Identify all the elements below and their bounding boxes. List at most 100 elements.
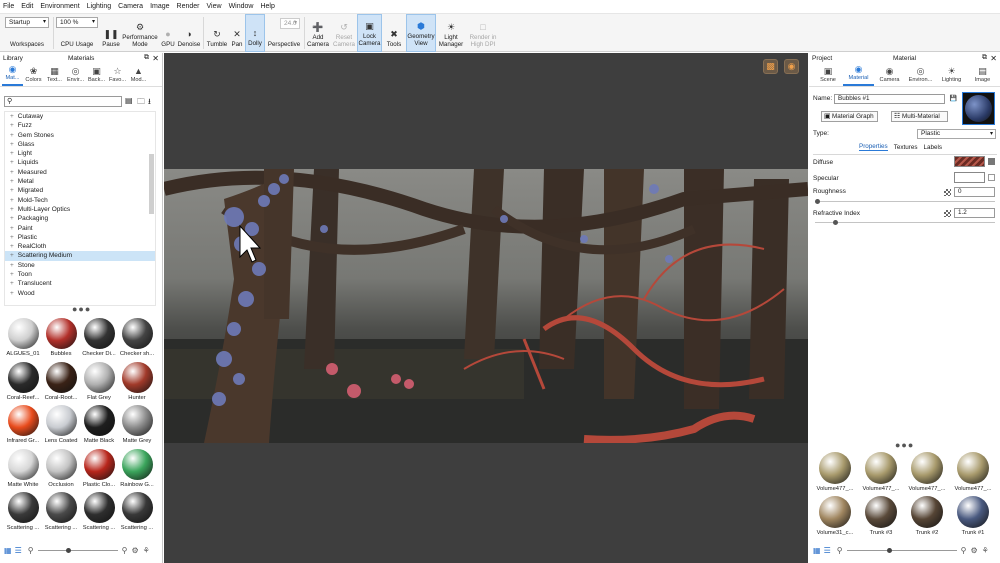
refractive-index-input[interactable]: 1.2 (954, 208, 995, 218)
material-thumbnail[interactable]: Scattering ... (80, 489, 118, 533)
slider-knob[interactable] (833, 220, 838, 225)
material-thumbnail[interactable]: Scattering ... (118, 489, 156, 533)
image-view-icon[interactable]: ▤ (125, 96, 133, 105)
slider-knob[interactable] (815, 199, 820, 204)
tab-backplates[interactable]: ▣ Back... (86, 63, 107, 86)
tab-scene[interactable]: ▣ Scene (813, 63, 843, 86)
filter-icon[interactable]: ⚘ (143, 546, 150, 555)
multi-material-button[interactable]: ☷ Multi-Material (891, 111, 948, 122)
list-view-icon[interactable]: ☰ (15, 546, 22, 555)
tumble-button[interactable]: ↻ Tumble (205, 14, 229, 52)
material-thumbnail[interactable]: Coral-Root... (42, 359, 80, 403)
pause-button[interactable]: ❚❚ Pause (100, 14, 122, 52)
slider-knob[interactable] (886, 547, 892, 553)
performance-mode-button[interactable]: ⚙ Performance Mode (122, 14, 158, 52)
zoom-in-icon[interactable]: ⚲ (122, 546, 128, 555)
tree-item[interactable]: + Metal (5, 177, 155, 186)
tree-item[interactable]: + Packaging (5, 214, 155, 223)
float-icon[interactable]: ⧉ (982, 54, 987, 62)
thumbnail-size-slider[interactable] (37, 547, 118, 553)
material-thumbnail[interactable]: Volume477_... (812, 449, 858, 493)
menu-lighting[interactable]: Lighting (87, 3, 112, 10)
specular-color-swatch[interactable] (954, 172, 985, 183)
material-thumbnail[interactable]: Matte Black (80, 402, 118, 446)
lock-camera-button[interactable]: ▣ Lock Camera (357, 14, 382, 52)
material-thumbnail[interactable]: Volume477_... (904, 449, 950, 493)
material-thumbnail[interactable]: Volume477_... (950, 449, 996, 493)
light-manager-button[interactable]: ☀ Light Manager (437, 14, 465, 52)
material-graph-button[interactable]: ▣ Material Graph (821, 111, 878, 122)
tree-item[interactable]: + Measured (5, 168, 155, 177)
tree-item[interactable]: + Toon (5, 270, 155, 279)
material-thumbnail[interactable]: Coral-Reef... (4, 359, 42, 403)
menu-environment[interactable]: Environment (40, 3, 79, 10)
material-thumbnail[interactable]: Rainbow G... (118, 446, 156, 490)
material-thumbnail[interactable]: Hunter (118, 359, 156, 403)
tab-environments[interactable]: ◎ Envir... (65, 63, 86, 86)
perspective-button[interactable]: Perspective (266, 14, 302, 52)
material-name-input[interactable]: Bubbles #1 (834, 94, 945, 104)
menu-window[interactable]: Window (229, 3, 254, 10)
tab-colors[interactable]: ❀ Colors (23, 63, 44, 86)
menu-render[interactable]: Render (177, 3, 200, 10)
tab-camera[interactable]: ◉ Camera (874, 63, 905, 86)
pan-button[interactable]: ✕ Pan (230, 14, 244, 52)
material-thumbnail[interactable]: Checker Di... (80, 315, 118, 359)
tools-button[interactable]: ✖ Tools (384, 14, 404, 52)
tree-item[interactable]: + Fuzz (5, 121, 155, 130)
filter-icon[interactable]: ⚘ (982, 546, 989, 555)
menu-file[interactable]: File (3, 3, 14, 10)
tree-item[interactable]: + Plastic (5, 233, 155, 242)
material-thumbnail[interactable]: Bubbles (42, 315, 80, 359)
tree-item[interactable]: + Glass (5, 140, 155, 149)
dolly-button[interactable]: ↕ Dolly (245, 14, 265, 52)
tab-models[interactable]: ▲ Mod... (128, 63, 149, 86)
zoom-in-icon[interactable]: ⚲ (961, 546, 967, 555)
material-thumbnail[interactable]: Flat Grey (80, 359, 118, 403)
material-thumbnail[interactable]: Lens Coated (42, 402, 80, 446)
roughness-texture-icon[interactable] (944, 189, 951, 196)
folder-icon[interactable]: 🗀 (137, 96, 145, 110)
subtab-textures[interactable]: Textures (894, 144, 918, 151)
tree-item[interactable]: + Gem Stones (5, 131, 155, 140)
viewport-render-button[interactable]: ▩ (763, 59, 778, 74)
material-thumbnail[interactable]: Matte White (4, 446, 42, 490)
menu-edit[interactable]: Edit (21, 3, 33, 10)
tree-item[interactable]: + Wood (5, 289, 155, 298)
material-thumbnail[interactable]: Trunk #3 (858, 493, 904, 537)
tab-image[interactable]: ▤ Image (967, 63, 998, 86)
list-view-icon[interactable]: ☰ (824, 546, 831, 555)
tree-item[interactable]: + Stone (5, 261, 155, 270)
reset-camera-button[interactable]: ↺ Reset Camera (332, 14, 356, 52)
viewport-camera-button[interactable]: ◉ (784, 59, 799, 74)
material-thumbnail[interactable]: Plastic Clo... (80, 446, 118, 490)
tree-item[interactable]: + Multi-Layer Optics (5, 205, 155, 214)
render-viewport[interactable]: ▩ ◉ (164, 53, 808, 563)
tab-favorites[interactable]: ☆ Favo... (107, 63, 128, 86)
tree-scrollbar[interactable] (149, 154, 154, 214)
slider-knob[interactable] (65, 547, 71, 553)
add-camera-button[interactable]: ➕ Add Camera (306, 14, 330, 52)
close-icon[interactable]: ✕ (990, 54, 997, 63)
menu-help[interactable]: Help (260, 3, 274, 10)
refractive-index-texture-icon[interactable] (944, 210, 951, 217)
menu-view[interactable]: View (207, 3, 222, 10)
library-search-input[interactable]: ⚲ (4, 96, 122, 107)
zoom-out-icon[interactable]: ⚲ (28, 546, 34, 555)
tree-item[interactable]: + Migrated (5, 186, 155, 195)
gpu-button[interactable]: ● GPU (160, 14, 176, 52)
material-thumbnail[interactable]: Occlusion (42, 446, 80, 490)
tree-item[interactable]: + Light (5, 149, 155, 158)
tree-item[interactable]: + Translucent (5, 279, 155, 288)
material-type-select[interactable]: Plastic (917, 129, 996, 139)
save-icon[interactable]: 💾 (950, 95, 957, 102)
roughness-slider[interactable] (815, 199, 995, 204)
settings-icon[interactable]: ⚙ (970, 546, 977, 555)
material-thumbnail[interactable]: Trunk #2 (904, 493, 950, 537)
tab-environment[interactable]: ◎ Environ... (905, 63, 936, 86)
splitter-handle[interactable]: ●●● (72, 304, 91, 314)
diffuse-texture-swatch[interactable] (954, 156, 985, 167)
material-thumbnail[interactable]: Infrared Gr... (4, 402, 42, 446)
denoise-button[interactable]: ◑ Denoise (177, 14, 201, 52)
tree-item[interactable]: + RealCloth (5, 242, 155, 251)
